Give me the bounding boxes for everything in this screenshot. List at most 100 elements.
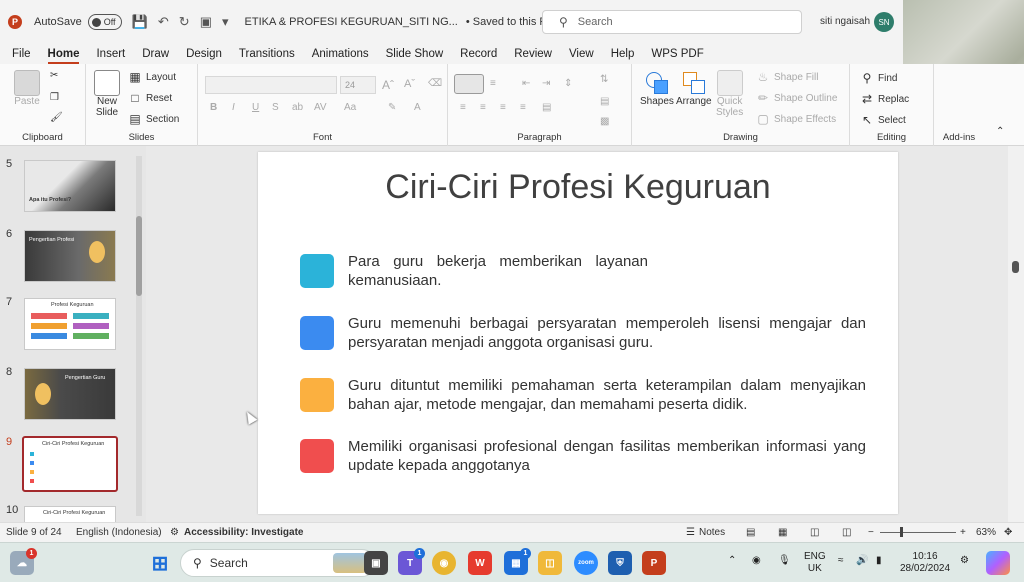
tab-animations[interactable]: Animations (312, 48, 369, 60)
taskbar-search[interactable]: ⚲ Search (180, 549, 376, 577)
new-slide-button[interactable]: New Slide (94, 70, 120, 118)
security-shield-icon[interactable]: ⛨ (608, 551, 632, 575)
undo-icon[interactable]: ↶ (158, 14, 169, 30)
notes-button[interactable]: Notes (699, 527, 725, 538)
user-name[interactable]: siti ngaisah (820, 16, 870, 27)
tab-help[interactable]: Help (611, 48, 635, 60)
text-direction-icon[interactable]: ⇅ (600, 74, 608, 85)
shapes-button[interactable]: Shapes (640, 70, 674, 107)
shadow-icon[interactable]: S (272, 102, 279, 113)
highlight-icon[interactable]: ✎ (388, 102, 396, 113)
chevron-up-icon[interactable]: ⌃ (728, 555, 736, 567)
tab-design[interactable]: Design (186, 48, 222, 60)
customize-toolbar-icon[interactable]: ▾ (222, 14, 229, 30)
zoom-slider-thumb[interactable] (900, 527, 903, 537)
italic-icon[interactable]: I (232, 102, 235, 113)
tab-home[interactable]: Home (47, 48, 79, 64)
slide-thumbnail[interactable]: Apa itu Profesi? (24, 160, 116, 212)
scroll-thumb[interactable] (136, 216, 142, 296)
smartart-icon[interactable]: ▩ (600, 116, 609, 127)
current-slide[interactable]: Ciri-Ciri Profesi Keguruan Para guru bek… (258, 152, 898, 514)
powerpoint-taskbar-icon[interactable]: P (642, 551, 666, 575)
slide-thumbnail[interactable]: Pengertian Profesi (24, 230, 116, 282)
zoom-out-icon[interactable]: − (868, 527, 874, 538)
font-color-icon[interactable]: A (414, 102, 421, 113)
change-case-icon[interactable]: Aa (344, 102, 356, 113)
format-painter-icon[interactable]: 🖌 (50, 112, 63, 123)
increase-font-icon[interactable]: Aˆ (382, 78, 394, 92)
list-item[interactable]: Para guru bekerja memberikan layanan kem… (300, 252, 866, 290)
normal-view-icon[interactable]: ▤ (746, 527, 755, 538)
slide-thumbnail-active[interactable]: Ciri-Ciri Profesi Keguruan (22, 436, 118, 492)
weather-icon[interactable]: ☁ 1 (10, 548, 37, 575)
shape-effects-button[interactable]: ▢ Shape Effects (756, 112, 836, 126)
document-title[interactable]: ETIKA & PROFESI KEGURUAN_SITI NG... (245, 16, 458, 28)
char-spacing-icon[interactable]: AV (314, 102, 327, 113)
search-input[interactable]: ⚲ Search (542, 10, 802, 34)
justify-icon[interactable]: ≡ (520, 102, 526, 113)
slide-thumbnail[interactable]: Profesi Keguruan (24, 298, 116, 350)
zoom-in-icon[interactable]: + (960, 527, 966, 538)
decrease-font-icon[interactable]: Aˇ (404, 78, 415, 90)
slide-sorter-icon[interactable]: ▦ (778, 527, 787, 538)
font-name-input[interactable] (205, 76, 337, 94)
present-icon[interactable]: ▣ (200, 14, 212, 30)
tab-record[interactable]: Record (460, 48, 497, 60)
avatar[interactable]: SN (874, 12, 894, 32)
slide-scrollbar[interactable] (1008, 146, 1024, 522)
paste-button[interactable]: Paste (14, 70, 40, 107)
clock[interactable]: 10:16 28/02/2024 (900, 551, 950, 575)
zoom-slider[interactable] (880, 532, 956, 533)
strikethrough-icon[interactable]: ab (292, 102, 303, 113)
zoom-level[interactable]: 63% (976, 527, 996, 538)
slide-thumbnail[interactable]: Ciri-Ciri Profesi Keguruan (24, 506, 116, 522)
section-button[interactable]: ▤ Section (128, 112, 179, 126)
increase-indent-icon[interactable]: ⇥ (542, 78, 550, 89)
reset-button[interactable]: □ Reset (128, 91, 172, 105)
language-indicator[interactable]: ENG UK (804, 551, 826, 575)
battery-icon[interactable]: ▮ (876, 555, 882, 567)
shape-outline-button[interactable]: ✏ Shape Outline (756, 91, 837, 105)
list-item[interactable]: Memiliki organisasi profesional dengan f… (300, 437, 866, 475)
store-icon[interactable]: ▦ 1 (504, 548, 531, 575)
save-icon[interactable]: 💾 (132, 14, 148, 30)
replace-button[interactable]: ⇄ Replac (860, 92, 909, 106)
tab-insert[interactable]: Insert (96, 48, 125, 60)
start-icon[interactable]: ⊞ (148, 551, 172, 575)
clear-format-icon[interactable]: ⌫ (428, 78, 442, 89)
layout-button[interactable]: ▦ Layout (128, 70, 176, 84)
copilot-icon[interactable] (986, 551, 1010, 575)
wps-icon[interactable]: W (468, 551, 492, 575)
file-explorer-icon[interactable]: ◫ (538, 551, 562, 575)
numbering-icon[interactable]: ≡ (490, 78, 496, 89)
cut-icon[interactable]: ✂ (50, 70, 58, 81)
list-item[interactable]: Guru memenuhi berbagai persyaratan mempe… (300, 314, 866, 352)
columns-icon[interactable]: ▤ (542, 102, 551, 113)
task-view-icon[interactable]: ▣ (364, 551, 388, 575)
wifi-icon[interactable]: ≈ (838, 555, 844, 567)
align-right-icon[interactable]: ≡ (500, 102, 506, 113)
autosave-toggle[interactable]: Off (87, 14, 122, 30)
list-item[interactable]: Guru dituntut memiliki pemahaman serta k… (300, 376, 866, 414)
notes-icon[interactable]: ☰ (686, 527, 695, 538)
font-size-input[interactable]: 24 (340, 76, 376, 94)
select-button[interactable]: ↖ Select (860, 113, 906, 127)
reading-view-icon[interactable]: ◫ (810, 527, 819, 538)
line-spacing-icon[interactable]: ⇕ (564, 78, 572, 89)
slide-title[interactable]: Ciri-Ciri Profesi Keguruan (258, 168, 898, 207)
tab-slide-show[interactable]: Slide Show (386, 48, 444, 60)
find-button[interactable]: ⚲ Find (860, 71, 898, 85)
zoom-app-icon[interactable]: zoom (574, 551, 598, 575)
collapse-ribbon-icon[interactable]: ⌃ (996, 126, 1004, 137)
bullets-button[interactable] (454, 74, 484, 94)
slideshow-icon[interactable]: ◫ (842, 527, 851, 538)
align-left-icon[interactable]: ≡ (460, 102, 466, 113)
redo-icon[interactable]: ↻ (179, 14, 190, 30)
fit-slide-icon[interactable]: ✥ (1004, 527, 1012, 538)
underline-icon[interactable]: U (252, 102, 259, 113)
notification-icon[interactable]: ⚙ (960, 555, 969, 567)
accessibility-status[interactable]: Accessibility: Investigate (184, 527, 304, 538)
tab-view[interactable]: View (569, 48, 594, 60)
copy-icon[interactable]: ❐ (50, 92, 59, 103)
tab-review[interactable]: Review (514, 48, 552, 60)
